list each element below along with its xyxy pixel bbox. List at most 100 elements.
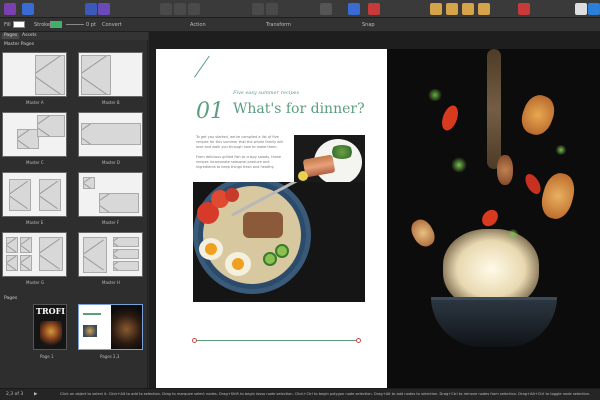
stroke-swatch[interactable] (50, 21, 62, 28)
cover-title: TROFI (36, 306, 65, 316)
designer-persona-icon[interactable] (22, 3, 34, 15)
frame-icon[interactable] (188, 3, 200, 15)
affinity-publisher-icon[interactable] (4, 3, 16, 15)
image-placeholder (39, 237, 63, 271)
master-b-thumb[interactable] (78, 52, 143, 97)
align-icon[interactable] (348, 3, 360, 15)
image-placeholder (20, 255, 32, 271)
status-bar: 2,3 of 3 ▶ Click on object to select it.… (0, 388, 600, 400)
status-hint: Click on object to select it. Click+Alt … (60, 392, 591, 396)
master-a-thumb[interactable] (2, 52, 67, 97)
chat-icon[interactable] (575, 3, 587, 15)
master-b-label: Master B (102, 100, 120, 105)
pages-2-3-label: Pages 2,3 (100, 354, 120, 359)
master-f-thumb[interactable] (78, 172, 143, 217)
kicker-text: Five easy summer recipes (233, 90, 300, 96)
cover-image (40, 321, 62, 347)
thumb-left-page (79, 305, 111, 349)
meat (243, 212, 283, 238)
pages-2-3-thumb[interactable] (78, 304, 143, 350)
photo-persona-icon[interactable] (85, 3, 97, 15)
convert-label[interactable]: Convert (102, 22, 122, 28)
selected-line[interactable] (194, 340, 359, 341)
master-a-label: Master A (26, 100, 44, 105)
image-placeholder (6, 255, 18, 271)
thumb-text-block (83, 313, 101, 315)
snap-label[interactable]: Snap (362, 22, 375, 28)
master-e-thumb[interactable] (2, 172, 67, 217)
master-pages-header[interactable]: Master Pages (4, 42, 34, 47)
image-placeholder (35, 55, 65, 95)
breakfast-photo[interactable] (193, 182, 365, 302)
image-placeholder (17, 129, 39, 149)
image-placeholder (113, 249, 139, 259)
page-1-thumb[interactable]: TROFI (33, 304, 67, 350)
thumb-food-image (83, 325, 97, 337)
line-handle-start[interactable] (192, 338, 197, 343)
heading-accent-line (194, 55, 210, 78)
herbs-2 (451, 157, 467, 173)
page-count[interactable]: 2,3 of 3 (6, 392, 23, 397)
action-label[interactable]: Action (190, 22, 206, 28)
master-h-thumb[interactable] (78, 232, 143, 277)
chicken-2 (537, 169, 579, 223)
pages-panel: Pages Assets Master Pages Master A Maste… (0, 32, 148, 388)
line-handle-end[interactable] (356, 338, 361, 343)
document-canvas[interactable]: Five easy summer recipes 01 What's for d… (149, 32, 600, 388)
tab-pages[interactable]: Pages (2, 33, 20, 39)
panel-tabs: Pages Assets (0, 32, 148, 40)
image-placeholder (20, 237, 32, 253)
body-text-2: From delicious grilled fish to crispy sa… (196, 155, 281, 169)
play-icon[interactable]: ▶ (34, 392, 37, 397)
master-g-label: Master G (26, 280, 45, 285)
boolean-xor-icon[interactable] (478, 3, 490, 15)
image-placeholder (83, 177, 95, 189)
master-c-thumb[interactable] (2, 112, 67, 157)
boolean-subtract-icon[interactable] (446, 3, 458, 15)
herbs-3 (555, 145, 567, 155)
cucumber-2 (275, 244, 289, 258)
boolean-icon[interactable] (430, 3, 442, 15)
master-d-thumb[interactable] (78, 112, 143, 157)
master-h-label: Master H (102, 280, 120, 285)
right-page[interactable] (387, 49, 600, 388)
document-icon[interactable] (98, 3, 110, 15)
image-placeholder (81, 123, 141, 145)
egg-1 (199, 238, 223, 260)
page-1-label: Page 1 (40, 354, 54, 359)
image-placeholder (39, 179, 61, 211)
herbs-4 (507, 229, 519, 239)
node-icon[interactable] (266, 3, 278, 15)
view-icon[interactable] (160, 3, 172, 15)
herbs-1 (427, 89, 443, 101)
insert-icon[interactable] (518, 3, 530, 15)
grid-icon[interactable] (174, 3, 186, 15)
chicken-4 (407, 215, 439, 251)
tab-assets[interactable]: Assets (20, 33, 39, 39)
article-number: 01 (196, 99, 224, 124)
image-placeholder (37, 115, 65, 137)
greens (330, 145, 354, 159)
master-g-thumb[interactable] (2, 232, 67, 277)
stroke-label: Stroke (34, 22, 50, 28)
boolean-intersect-icon[interactable] (462, 3, 474, 15)
lemon-slice (298, 171, 308, 181)
chili-1 (438, 103, 462, 133)
arrange-icon[interactable] (368, 3, 380, 15)
studio-icon[interactable] (588, 3, 600, 15)
image-placeholder (83, 237, 107, 273)
pages-header[interactable]: Pages (4, 296, 17, 301)
stroke-width-slider[interactable] (66, 24, 84, 25)
color-icon[interactable] (320, 3, 332, 15)
pen-icon[interactable] (252, 3, 264, 15)
context-toolbar: Fill Stroke 0 pt Convert Action Transfor… (0, 18, 600, 32)
image-placeholder (9, 179, 31, 211)
thumb-right-page (111, 305, 142, 349)
salmon-photo[interactable] (294, 135, 365, 189)
fill-swatch[interactable] (13, 21, 25, 28)
body-text-1: To get you started, we've compiled a lis… (196, 135, 283, 149)
transform-label[interactable]: Transform (266, 22, 291, 28)
image-placeholder (113, 237, 139, 247)
stroke-width-value: 0 pt (86, 22, 96, 28)
left-page[interactable]: Five easy summer recipes 01 What's for d… (156, 49, 387, 388)
